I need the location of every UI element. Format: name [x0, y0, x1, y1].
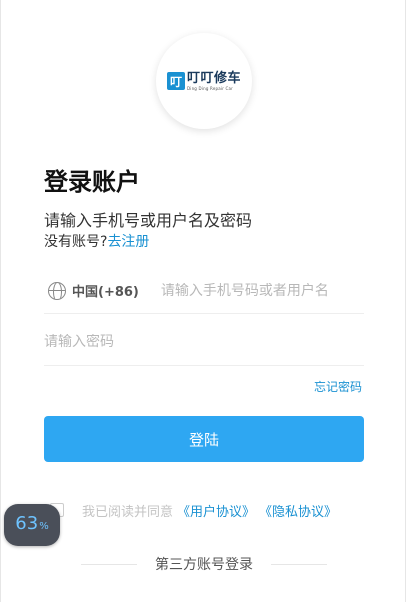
third-party-label: 第三方账号登录	[155, 557, 253, 573]
page-subtitle: 请输入手机号或用户名及密码	[44, 211, 253, 230]
phone-field-row: 中国(+86)	[44, 268, 364, 314]
user-agreement-link[interactable]: 《用户协议》	[177, 501, 255, 520]
app-logo: 叮 叮叮修车 Ding Ding Repair Car	[166, 70, 241, 91]
agree-prefix: 我已阅读并同意	[82, 504, 174, 520]
login-page: 叮 叮叮修车 Ding Ding Repair Car 登录账户 请输入手机号或…	[0, 0, 406, 602]
login-button[interactable]: 登陆	[44, 416, 364, 462]
globe-icon[interactable]	[48, 281, 66, 300]
agreement-row: 我已阅读并同意 《用户协议》 《隐私协议》	[50, 500, 337, 520]
third-party-login-divider: 第三方账号登录	[81, 554, 327, 574]
country-code-selector[interactable]: 中国(+86)	[72, 281, 139, 300]
zoom-unit: %	[39, 521, 49, 532]
forgot-password-link[interactable]: 忘记密码	[314, 378, 362, 395]
password-field-row	[44, 318, 364, 366]
logo-mark: 叮	[166, 72, 185, 90]
register-link[interactable]: 去注册	[107, 234, 149, 250]
zoom-badge[interactable]: 63%	[4, 504, 60, 546]
no-account-text: 没有账号?	[44, 234, 108, 250]
password-input[interactable]	[44, 333, 344, 350]
logo-badge: 叮 叮叮修车 Ding Ding Repair Car	[156, 33, 252, 129]
divider-line	[81, 563, 137, 565]
divider-line	[271, 563, 327, 565]
logo-name: 叮叮修车	[186, 70, 241, 86]
privacy-policy-link[interactable]: 《隐私协议》	[259, 501, 337, 520]
register-prompt: 没有账号?去注册	[44, 231, 149, 251]
logo-tagline: Ding Ding Repair Car	[186, 85, 234, 91]
page-title: 登录账户	[44, 168, 140, 196]
phone-input[interactable]	[160, 282, 351, 299]
zoom-value: 63	[15, 513, 39, 534]
